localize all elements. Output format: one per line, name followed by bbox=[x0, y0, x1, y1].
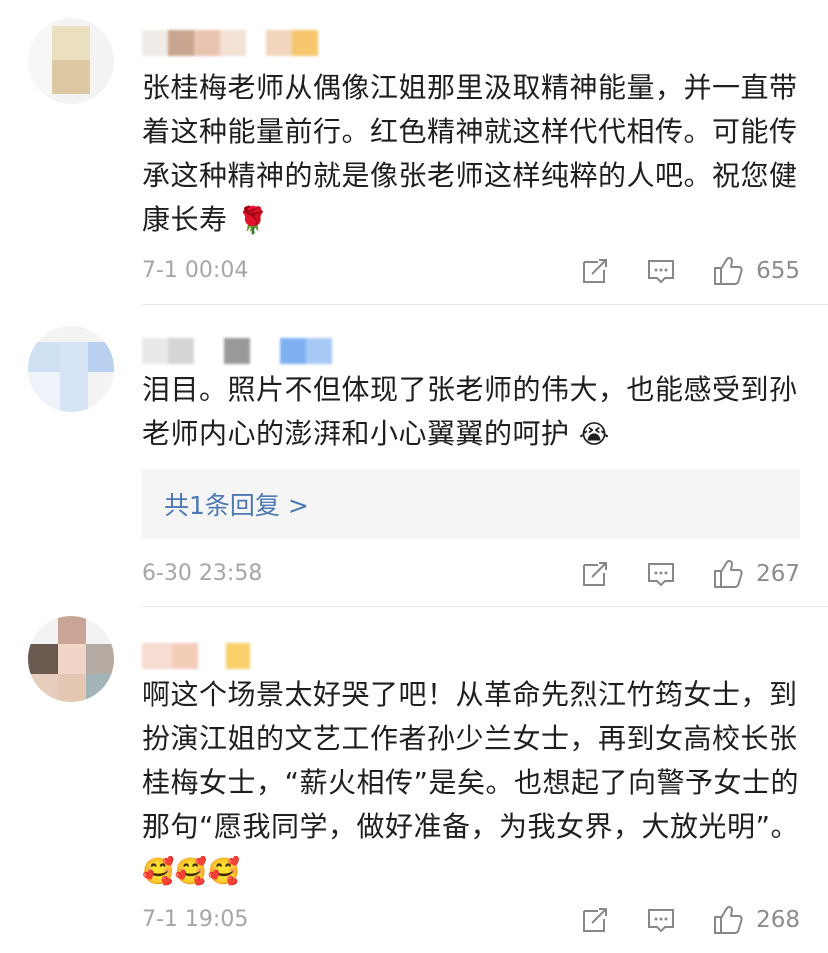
share-icon[interactable] bbox=[580, 559, 610, 589]
username[interactable] bbox=[142, 643, 250, 669]
comment-text: 泪目。照片不但体现了张老师的伟大，也能感受到孙老师内心的澎湃和小心翼翼的呵护 😭 bbox=[142, 368, 802, 457]
comment-body: 泪目。照片不但体现了张老师的伟大，也能感受到孙老师内心的澎湃和小心翼翼的呵护 bbox=[142, 373, 798, 450]
reply-link[interactable]: 共1条回复 > bbox=[164, 486, 309, 522]
comment-icon[interactable] bbox=[646, 905, 676, 935]
like-icon[interactable] bbox=[712, 558, 744, 590]
avatar[interactable] bbox=[28, 326, 114, 412]
comment-body: 啊这个场景太好哭了吧！从革命先烈江竹筠女士，到扮演江姐的文艺工作者孙少兰女士，再… bbox=[142, 678, 800, 843]
like-count: 268 bbox=[756, 907, 800, 933]
rose-icon: 🌹 bbox=[236, 206, 270, 236]
comment-text: 张桂梅老师从偶像江姐那里汲取精神能量，并一直带着这种能量前行。红色精神就这样代代… bbox=[142, 66, 802, 243]
comment-icon[interactable] bbox=[646, 256, 676, 286]
like-count: 267 bbox=[756, 561, 800, 587]
timestamp: 7-1 00:04 bbox=[142, 258, 249, 283]
divider bbox=[142, 304, 828, 305]
timestamp: 6-30 23:58 bbox=[142, 561, 263, 586]
share-icon[interactable] bbox=[580, 256, 610, 286]
like-count: 655 bbox=[756, 258, 800, 284]
timestamp: 7-1 19:05 bbox=[142, 907, 249, 932]
crying-face-icon: 😭 bbox=[578, 420, 610, 450]
comment-meta: 7-1 00:04 655 bbox=[142, 256, 800, 290]
comment-text: 啊这个场景太好哭了吧！从革命先烈江竹筠女士，到扮演江姐的文艺工作者孙少兰女士，再… bbox=[142, 673, 802, 894]
avatar[interactable] bbox=[28, 18, 114, 104]
like-icon[interactable] bbox=[712, 255, 744, 287]
comment-meta: 7-1 19:05 268 bbox=[142, 905, 800, 939]
hugging-face-icon: 🥰🥰🥰 bbox=[142, 857, 241, 887]
username[interactable] bbox=[142, 30, 318, 56]
comment-meta: 6-30 23:58 267 bbox=[142, 559, 800, 593]
avatar[interactable] bbox=[28, 616, 114, 702]
comment-icon[interactable] bbox=[646, 559, 676, 589]
like-icon[interactable] bbox=[712, 904, 744, 936]
divider bbox=[142, 606, 828, 607]
username[interactable] bbox=[142, 338, 332, 364]
reply-summary[interactable]: 共1条回复 > bbox=[142, 469, 800, 539]
share-icon[interactable] bbox=[580, 905, 610, 935]
